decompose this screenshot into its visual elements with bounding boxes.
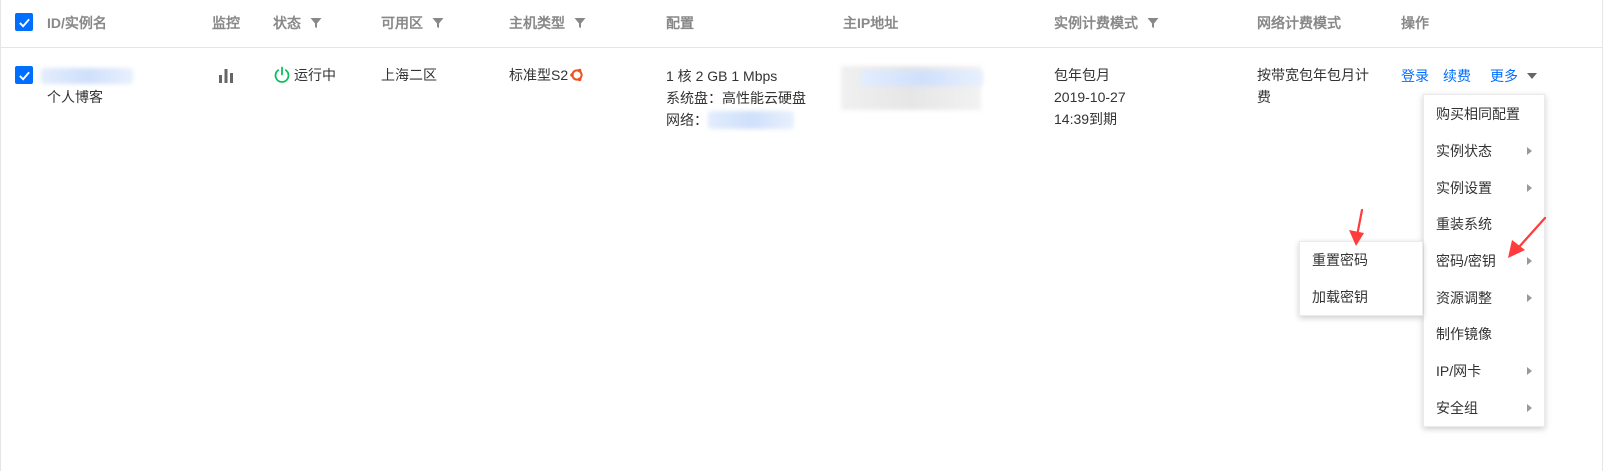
billing-expire: 14:39到期 [1054, 111, 1118, 127]
table-header: ID/实例名 监控 状态 可用区 主机类型 配置 主IP地址 实例计费模式 网络… [1, 0, 1603, 48]
filter-icon[interactable] [574, 17, 586, 29]
status-cell: 运行中 [273, 64, 336, 86]
network-billing-line2: 费 [1257, 89, 1271, 105]
password-submenu: 重置密码 加载密钥 [1299, 241, 1423, 316]
config-line3: 网络： [666, 109, 794, 131]
instance-name: 个人博客 [47, 89, 103, 105]
col-header-actions: 操作 [1401, 15, 1429, 31]
col-header-host-type[interactable]: 主机类型 [509, 13, 586, 33]
host-type-text: 标准型S2 [509, 67, 569, 83]
menu-item-make-image[interactable]: 制作镜像 [1424, 316, 1544, 353]
renew-link[interactable]: 续费 [1443, 65, 1471, 87]
billing-mode: 包年包月 [1054, 67, 1110, 83]
submenu-arrow-icon [1527, 403, 1532, 412]
submenu-arrow-icon [1527, 367, 1532, 376]
more-label: 更多 [1490, 68, 1518, 84]
annotation-arrow-icon [1349, 208, 1364, 246]
menu-item-instance-settings[interactable]: 实例设置 [1424, 169, 1544, 206]
config-network-label: 网络： [666, 112, 708, 128]
col-header-zone[interactable]: 可用区 [381, 13, 444, 33]
status-text: 运行中 [294, 67, 336, 83]
submenu-arrow-icon [1527, 183, 1532, 192]
menu-item-instance-status[interactable]: 实例状态 [1424, 133, 1544, 170]
col-header-monitor: 监控 [212, 15, 240, 31]
menu-item-buy-same[interactable]: 购买相同配置 [1424, 96, 1544, 133]
config-line2: 系统盘：高性能云硬盘 [666, 90, 806, 106]
filter-icon[interactable] [310, 17, 322, 29]
host-type-cell: 标准型S2 [509, 64, 585, 86]
menu-item-resource-adjust[interactable]: 资源调整 [1424, 279, 1544, 316]
filter-icon[interactable] [1147, 17, 1159, 29]
bar-chart-icon[interactable] [217, 66, 235, 84]
redacted-ip-link [861, 70, 983, 86]
col-header-billing[interactable]: 实例计费模式 [1054, 13, 1159, 33]
menu-item-security-group[interactable]: 安全组 [1424, 390, 1544, 427]
redacted-instance-id [41, 68, 133, 84]
more-dropdown[interactable]: 更多 [1490, 65, 1537, 87]
col-header-config: 配置 [666, 15, 694, 31]
check-icon [18, 71, 30, 81]
caret-down-icon [1527, 73, 1537, 79]
col-header-network-billing: 网络计费模式 [1257, 15, 1341, 31]
zone-text: 上海二区 [381, 67, 437, 83]
submenu-arrow-icon [1527, 293, 1532, 302]
col-header-id: ID/实例名 [47, 15, 107, 31]
login-link[interactable]: 登录 [1401, 65, 1429, 87]
config-line1: 1 核 2 GB 1 Mbps [666, 68, 778, 84]
ubuntu-icon [570, 68, 583, 82]
menu-item-load-key[interactable]: 加载密钥 [1300, 279, 1422, 316]
network-billing-line1: 按带宽包年包月计 [1257, 67, 1369, 83]
monitor-chart-icon[interactable] [217, 66, 235, 90]
submenu-arrow-icon [1527, 147, 1532, 156]
annotation-arrow-icon [1508, 216, 1547, 258]
row-checkbox[interactable] [15, 66, 33, 84]
billing-date: 2019-10-27 [1054, 89, 1126, 105]
power-icon [274, 66, 290, 83]
select-all-checkbox[interactable] [15, 13, 33, 31]
check-icon [18, 18, 30, 28]
col-header-status[interactable]: 状态 [273, 13, 322, 33]
menu-item-ip-nic[interactable]: IP/网卡 [1424, 353, 1544, 390]
col-header-ip: 主IP地址 [843, 15, 899, 31]
filter-icon[interactable] [432, 17, 444, 29]
redacted-network[interactable] [708, 111, 794, 129]
